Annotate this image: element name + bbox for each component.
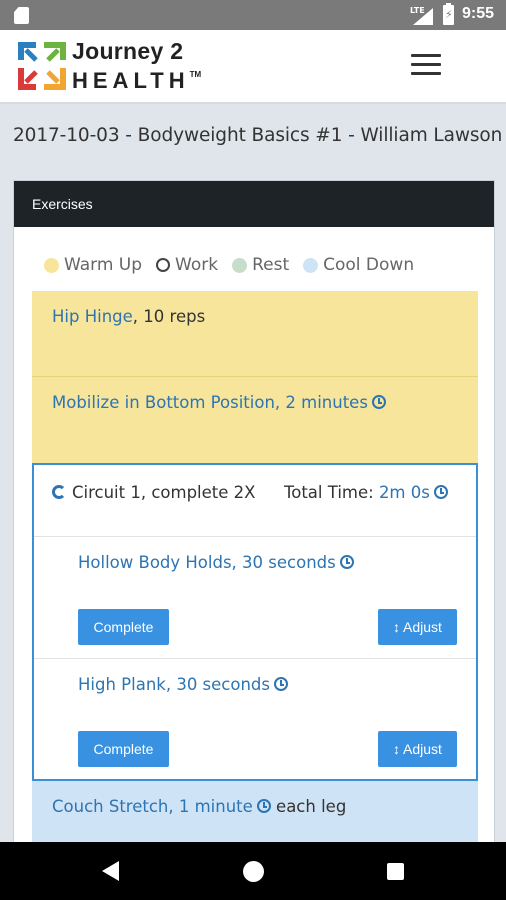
app-header: Journey 2 HEALTHTM [0,30,506,104]
exercise-link[interactable]: Hollow Body Holds, 30 seconds [78,553,336,572]
sd-card-icon [14,7,29,24]
clock-icon[interactable] [339,555,354,569]
clock-icon[interactable] [433,485,448,499]
battery-icon: ⚡ [443,3,454,25]
exercises-panel: Exercises Warm Up Work Rest Cool Down Hi… [13,180,495,881]
legend-work: Work [156,255,218,275]
legend-rest: Rest [232,255,289,275]
exercise-mobilize: Mobilize in Bottom Position, 2 minutes [32,377,478,463]
refresh-icon [52,485,66,499]
legend: Warm Up Work Rest Cool Down [44,255,428,275]
exercise-link[interactable]: Mobilize in Bottom Position, 2 minutes [52,393,368,412]
exercise-hip-hinge: Hip Hinge, 10 reps [32,291,478,377]
hamburger-icon[interactable] [411,54,441,78]
complete-button[interactable]: Complete [78,609,169,645]
clock-icon[interactable] [274,677,289,691]
status-bar: LTE ⚡ 9:55 [0,0,506,30]
exercise-link[interactable]: High Plank [78,675,166,694]
total-time: 2m 0s [378,483,430,502]
status-time: 9:55 [462,5,495,22]
logo-icon [18,42,66,90]
back-icon[interactable] [102,861,119,881]
network-type: LTE [410,6,425,15]
navigation-bar [0,842,506,900]
legend-warm-up: Warm Up [44,255,142,275]
exercise-link[interactable]: Couch Stretch, 1 minute [52,797,253,816]
legend-cool-down: Cool Down [303,255,414,275]
circuit-item: High Plank, 30 seconds Complete ↕ Adjust [34,659,476,781]
brand-name: Journey 2 [72,38,184,64]
complete-button[interactable]: Complete [78,731,169,767]
page-title: 2017-10-03 - Bodyweight Basics #1 - Will… [13,125,503,146]
exercise-link[interactable]: Hip Hinge [52,307,133,326]
circuit-item: Hollow Body Holds, 30 seconds Complete ↕… [34,537,476,659]
clock-icon[interactable] [256,799,271,813]
recent-apps-icon[interactable] [387,863,404,880]
adjust-arrows-icon: ↕ [393,619,401,635]
home-icon[interactable] [243,861,264,882]
circuit-header: Circuit 1, complete 2X Total Time: 2m 0s [34,465,476,537]
circuit-block: Circuit 1, complete 2X Total Time: 2m 0s… [32,463,478,781]
adjust-button[interactable]: ↕ Adjust [378,731,457,767]
panel-header: Exercises [14,181,494,227]
brand-health: HEALTHTM [72,68,202,93]
clock-icon[interactable] [371,395,386,409]
adjust-arrows-icon: ↕ [393,741,401,757]
adjust-button[interactable]: ↕ Adjust [378,609,457,645]
